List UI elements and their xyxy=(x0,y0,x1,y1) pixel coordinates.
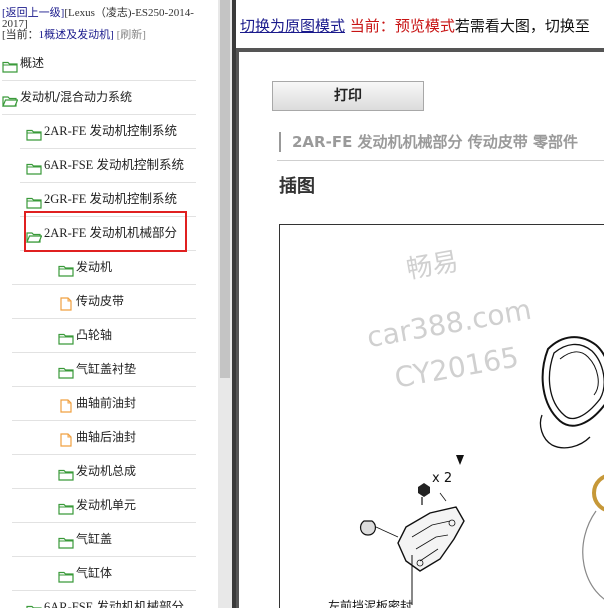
selection-highlight xyxy=(24,211,187,252)
folder-icon xyxy=(26,602,42,608)
page-icon xyxy=(60,398,72,417)
mode-bar: 切换为原图模式 当前：预览模式若需看大图，切换至 xyxy=(236,0,604,48)
folder-icon xyxy=(58,262,74,281)
tree-item-label: 传动皮带 xyxy=(76,294,125,308)
print-button[interactable]: 打印 xyxy=(272,81,424,111)
folder-icon xyxy=(58,364,74,383)
page-icon xyxy=(60,296,72,315)
breadcrumb-divider xyxy=(277,160,604,161)
illustration: 畅易 car388.com CY20165 x 2 左前挡泥板密封 xyxy=(279,224,604,608)
tree-item-label: 曲轴后油封 xyxy=(76,430,137,444)
folder-icon xyxy=(58,330,74,349)
folder-open-icon xyxy=(2,92,19,111)
tree-item-label: 凸轮轴 xyxy=(76,328,113,342)
tree-item[interactable]: 发动机单元 xyxy=(0,489,218,523)
tree-item-label: 2GR-FE 发动机控制系统 xyxy=(44,192,177,206)
tree-item[interactable]: 气缸盖 xyxy=(0,523,218,557)
tree-item[interactable]: 曲轴前油封 xyxy=(0,387,218,421)
folder-icon xyxy=(26,126,42,145)
tree-item-label: 概述 xyxy=(20,56,45,70)
scrollbar-thumb[interactable] xyxy=(220,0,230,378)
folder-icon xyxy=(2,58,18,77)
refresh-link[interactable]: [刷新] xyxy=(117,29,146,41)
folder-icon xyxy=(26,160,42,179)
current-mode: 预览模式 xyxy=(394,17,455,35)
tree-item[interactable]: 曲轴后油封 xyxy=(0,421,218,455)
navigation-panel: [返回上一级][Lexus（凌志)-ES250-2014-2017] [当前：1… xyxy=(0,0,218,608)
tree-item-label: 曲轴前油封 xyxy=(76,396,137,410)
tree-item-label: 6AR-FSE 发动机控制系统 xyxy=(44,158,184,172)
folder-icon xyxy=(58,466,74,485)
folder-icon xyxy=(58,568,74,587)
tree-item[interactable]: 发动机 xyxy=(0,251,218,285)
tree-item-label: 2AR-FE 发动机控制系统 xyxy=(44,124,177,138)
tree-item[interactable]: 传动皮带 xyxy=(0,285,218,319)
quantity-label: x 2 xyxy=(432,471,453,486)
mode-hint: 若需看大图，切换至 xyxy=(454,17,590,35)
tree-header: [返回上一级][Lexus（凌志)-ES250-2014-2017] [当前：1… xyxy=(2,8,216,41)
tree-item[interactable]: 气缸盖衬垫 xyxy=(0,353,218,387)
belt-diagram xyxy=(359,336,604,605)
breadcrumb: 2AR-FE 发动机机械部分 传动皮带 零部件 xyxy=(279,132,578,152)
tree-item[interactable]: 2AR-FE 发动机控制系统 xyxy=(0,115,218,149)
tree-item[interactable]: 气缸体 xyxy=(0,557,218,591)
document-view: 打印 2AR-FE 发动机机械部分 传动皮带 零部件 插图 畅易 car388.… xyxy=(236,52,604,608)
folder-icon xyxy=(58,534,74,553)
current-path-link[interactable]: 1概述及发动机] xyxy=(39,29,114,41)
tree-item-label: 发动机/混合动力系统 xyxy=(20,90,133,104)
tree-item-label: 发动机总成 xyxy=(76,464,137,478)
tree-item-label: 6AR-FSE 发动机机械部分 xyxy=(44,600,184,608)
tree-item[interactable]: 发动机/混合动力系统 xyxy=(0,81,218,115)
tree-item-label: 气缸体 xyxy=(76,566,113,580)
tree-item[interactable]: 概述 xyxy=(0,47,218,81)
tree-item[interactable]: 6AR-FSE 发动机控制系统 xyxy=(0,149,218,183)
switch-original-mode-link[interactable]: 切换为原图模式 xyxy=(240,17,345,35)
tree-item-label: 发动机单元 xyxy=(76,498,137,512)
tree-item-label: 气缸盖 xyxy=(76,532,113,546)
tree-item-label: 发动机 xyxy=(76,260,113,274)
part-label: 左前挡泥板密封 xyxy=(328,599,413,608)
tree-item[interactable]: 6AR-FSE 发动机机械部分 xyxy=(0,591,218,608)
folder-icon xyxy=(58,500,74,519)
tree-item[interactable]: 凸轮轴 xyxy=(0,319,218,353)
section-title: 插图 xyxy=(279,176,315,197)
tree-item-label: 气缸盖衬垫 xyxy=(76,362,137,376)
page-icon xyxy=(60,432,72,451)
content-panel: 切换为原图模式 当前：预览模式若需看大图，切换至 打印 2AR-FE 发动机机械… xyxy=(236,0,604,608)
tree-item[interactable]: 发动机总成 xyxy=(0,455,218,489)
current-prefix: 当前： xyxy=(349,17,395,35)
current-label: [当前： xyxy=(2,29,39,41)
